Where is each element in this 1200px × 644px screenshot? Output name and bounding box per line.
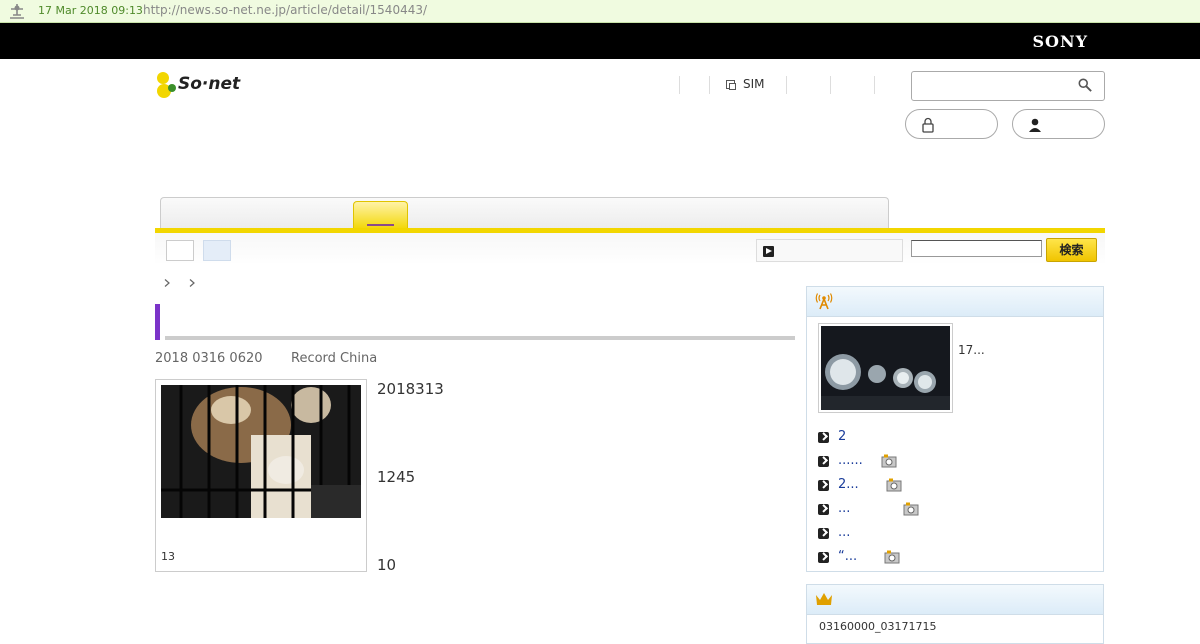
sub-toolbar-button-2[interactable] [203,240,231,261]
chevron-right-icon [818,432,829,443]
camera-icon [884,550,900,564]
sidebar-ranking-header [807,585,1103,615]
sub-search-input[interactable] [911,240,1042,257]
category-tabs [160,197,889,229]
camera-icon [903,502,919,516]
search-button[interactable]: 検索 [1046,238,1097,262]
news-thumbnail-caption[interactable]: 17... [958,343,985,357]
list-item[interactable]: ... [818,525,1098,543]
tab-active-indicator [367,224,394,226]
article-paragraph-2: 1245 [377,468,416,486]
article-title-rule [165,336,795,340]
topnav-item-sim[interactable]: SIM [709,76,786,94]
headlights-image [821,326,950,410]
sony-logo[interactable]: SONY [1032,32,1088,51]
news-link[interactable]: “... [838,549,857,564]
photo-caption: 13 [161,550,175,563]
article-title-marker [155,304,160,340]
article-paragraph-3: 10 [377,556,397,574]
camera-icon [881,454,897,468]
news-link[interactable]: 2... [838,477,859,492]
topnav-item-1[interactable] [679,76,709,94]
list-item[interactable]: “... [818,549,1098,567]
article-date: 2018 0316 0620 [155,351,263,366]
chevron-right-icon [818,456,829,467]
news-link[interactable]: ... [838,525,850,540]
sidebar-news-header [807,287,1103,317]
chevron-right-icon [818,480,829,491]
list-item[interactable]: ... [818,501,1098,519]
news-thumbnail[interactable] [818,323,953,413]
article-photo[interactable] [161,385,361,518]
list-item[interactable]: 2 [818,429,1098,447]
sony-header: SONY [0,23,1200,59]
news-link[interactable]: 2 [838,429,846,444]
article-photo-frame: 13 [155,379,367,572]
tab-active[interactable] [353,201,408,230]
list-item[interactable]: 2... [818,477,1098,495]
topnav-sim-label: SIM [743,77,765,91]
article-source[interactable]: Record China [291,351,377,366]
breadcrumb-chevron-icon [164,279,170,287]
sidebar-news-box: 17... 2 ...... 2... ... ... “... [806,286,1104,572]
capture-url[interactable]: http://news.so-net.ne.jp/article/detail/… [143,3,427,17]
archive-toolbar: 17 Mar 2018 09:13 http://news.so-net.ne.… [0,0,1200,23]
member-button[interactable] [1012,109,1105,139]
article-paragraph-1: 2018313 [377,380,444,398]
antenna-icon [815,293,833,310]
sub-toolbar-select[interactable] [756,239,903,262]
chevron-right-icon [818,504,829,515]
topnav-item-4[interactable] [830,76,874,94]
sub-toolbar-button-1[interactable] [166,240,194,261]
so-net-logo-text[interactable]: So·net [178,74,240,94]
list-item[interactable]: ...... [818,453,1098,471]
beagle-in-cage-image [161,385,361,518]
play-icon [763,246,774,257]
camera-icon [886,478,902,492]
archive-logo-icon[interactable] [8,3,26,19]
news-link[interactable]: ... [838,501,850,516]
ranking-period: 03160000_03171715 [819,620,937,633]
chevron-right-icon [818,552,829,563]
search-icon[interactable] [1078,78,1092,92]
header-search-input[interactable] [911,71,1105,101]
topnav-divider [874,76,875,94]
lock-icon [922,117,934,133]
sim-card-icon [726,80,736,90]
breadcrumb-chevron-icon [189,279,195,287]
topnav-item-3[interactable] [786,76,830,94]
news-link[interactable]: ...... [838,453,863,468]
crown-icon [816,593,832,605]
capture-date[interactable]: 17 Mar 2018 09:13 [38,4,143,17]
sidebar-ranking-box: 03160000_03171715 [806,584,1104,644]
user-icon [1029,118,1041,132]
login-button[interactable] [905,109,998,139]
chevron-right-icon [818,528,829,539]
